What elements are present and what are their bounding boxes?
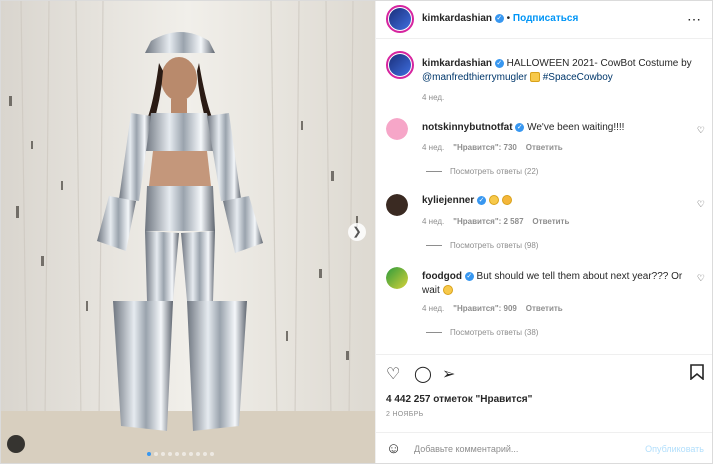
next-arrow-icon[interactable]: ❯ bbox=[348, 223, 366, 241]
verified-badge-icon: ✓ bbox=[494, 58, 504, 68]
emoji-smile-icon[interactable]: ☺ bbox=[386, 440, 401, 457]
hashtag-link[interactable]: #SpaceCowboy bbox=[543, 72, 613, 83]
caption-time[interactable]: 4 нед. bbox=[422, 93, 444, 102]
curtain-backdrop bbox=[1, 1, 375, 463]
comment-likes[interactable]: "Нравится": 909 bbox=[453, 304, 517, 313]
like-comment-icon[interactable]: ♡ bbox=[697, 125, 705, 136]
carousel-dot bbox=[168, 452, 172, 456]
verified-badge-icon: ✓ bbox=[464, 271, 474, 281]
follow-button[interactable]: Подписаться bbox=[513, 13, 578, 24]
view-replies-label: Посмотреть ответы (22) bbox=[450, 167, 539, 176]
replies-line bbox=[426, 171, 442, 173]
like-comment-icon[interactable]: ♡ bbox=[697, 273, 705, 284]
user-tag-icon[interactable] bbox=[7, 435, 25, 453]
comment-time[interactable]: 4 нед. bbox=[422, 143, 444, 152]
verified-badge-icon: ✓ bbox=[494, 13, 504, 23]
comment: notskinnybutnotfat ✓ We've been waiting!… bbox=[422, 122, 624, 133]
header-separator: • bbox=[506, 13, 511, 24]
share-paper-plane-icon[interactable]: ➢ bbox=[442, 364, 455, 384]
view-replies-button[interactable]: Посмотреть ответы (98) bbox=[426, 241, 538, 250]
more-options-icon[interactable]: ⋯ bbox=[687, 11, 702, 28]
carousel-dot bbox=[175, 452, 179, 456]
view-replies-button[interactable]: Посмотреть ответы (22) bbox=[426, 167, 538, 176]
comment: foodgod ✓ But should we tell them about … bbox=[422, 270, 684, 298]
comment-meta: 4 нед. "Нравится": 730 Ответить bbox=[422, 143, 563, 152]
avatar[interactable] bbox=[386, 267, 408, 289]
comment-meta: 4 нед. "Нравится": 2 587 Ответить bbox=[422, 217, 569, 226]
comment-time[interactable]: 4 нед. bbox=[422, 304, 444, 313]
caption-username[interactable]: kimkardashian bbox=[422, 58, 492, 69]
verified-badge-icon: ✓ bbox=[477, 195, 487, 205]
publish-button[interactable]: Опубликовать bbox=[645, 444, 704, 454]
verified-badge-icon: ✓ bbox=[515, 122, 525, 132]
comment-username[interactable]: foodgod bbox=[422, 271, 462, 282]
wink-emoji-icon bbox=[442, 285, 453, 296]
view-replies-button[interactable]: Посмотреть ответы (38) bbox=[426, 328, 538, 337]
like-comment-icon[interactable]: ♡ bbox=[697, 199, 705, 210]
like-heart-icon[interactable]: ♡ bbox=[386, 364, 400, 384]
comment-input[interactable]: Добавьте комментарий... bbox=[414, 444, 518, 454]
add-comment-bar: ☺ Добавьте комментарий... Опубликовать bbox=[376, 432, 712, 463]
avatar[interactable] bbox=[386, 51, 414, 79]
comment-bubble-icon[interactable]: ◯ bbox=[414, 364, 432, 384]
carousel-dot bbox=[196, 452, 200, 456]
comment: kyliejenner ✓ bbox=[422, 195, 512, 206]
view-replies-label: Посмотреть ответы (38) bbox=[450, 328, 539, 337]
comment-likes[interactable]: "Нравится": 730 bbox=[453, 143, 517, 152]
post-photo[interactable]: ❯ bbox=[1, 1, 375, 463]
bookmark-icon[interactable] bbox=[690, 364, 704, 385]
post-panel: kimkardashian ✓ • Подписаться ⋯ kimkarda… bbox=[375, 1, 712, 463]
post-date[interactable]: 2 НОЯБРЬ bbox=[386, 411, 424, 418]
avatar[interactable] bbox=[386, 194, 408, 216]
star-emoji-icon bbox=[529, 72, 540, 83]
avatar[interactable] bbox=[386, 118, 408, 140]
comment-likes[interactable]: "Нравится": 2 587 bbox=[453, 217, 523, 226]
view-replies-label: Посмотреть ответы (98) bbox=[450, 241, 539, 250]
carousel-dot bbox=[182, 452, 186, 456]
instagram-post: ❯ kimkardashian ✓ • Подписаться ⋯ kimkar… bbox=[0, 0, 713, 464]
caption: kimkardashian ✓ HALLOWEEN 2021- CowBot C… bbox=[422, 57, 704, 85]
comment-text: But should we tell them about next year?… bbox=[422, 271, 683, 296]
carousel-dot bbox=[189, 452, 193, 456]
header-username[interactable]: kimkardashian bbox=[422, 13, 492, 24]
reply-button[interactable]: Ответить bbox=[526, 304, 563, 313]
carousel-dot bbox=[154, 452, 158, 456]
comment-time[interactable]: 4 нед. bbox=[422, 217, 444, 226]
comment-username[interactable]: notskinnybutnotfat bbox=[422, 122, 513, 133]
carousel-dot bbox=[210, 452, 214, 456]
comment-username[interactable]: kyliejenner bbox=[422, 195, 474, 206]
replies-line bbox=[426, 245, 442, 247]
reply-button[interactable]: Ответить bbox=[532, 217, 569, 226]
post-header: kimkardashian ✓ • Подписаться ⋯ bbox=[376, 1, 712, 39]
heart-eyes-emoji-icon bbox=[501, 195, 512, 206]
comment-text: We've been waiting!!!! bbox=[527, 122, 625, 133]
replies-line bbox=[426, 332, 442, 334]
carousel-dots bbox=[147, 452, 214, 456]
cowboy-emoji-icon bbox=[488, 195, 499, 206]
action-bar: ♡ ◯ ➢ bbox=[376, 354, 712, 391]
likes-count[interactable]: 4 442 257 отметок "Нравится" bbox=[386, 394, 532, 405]
carousel-dot bbox=[203, 452, 207, 456]
mention-link[interactable]: @manfredthierrymugler bbox=[422, 72, 527, 83]
reply-button[interactable]: Ответить bbox=[526, 143, 563, 152]
carousel-dot bbox=[161, 452, 165, 456]
comment-meta: 4 нед. "Нравится": 909 Ответить bbox=[422, 304, 563, 313]
avatar[interactable] bbox=[386, 5, 414, 33]
carousel-dot bbox=[147, 452, 151, 456]
caption-text: HALLOWEEN 2021- CowBot Costume by bbox=[506, 58, 692, 69]
